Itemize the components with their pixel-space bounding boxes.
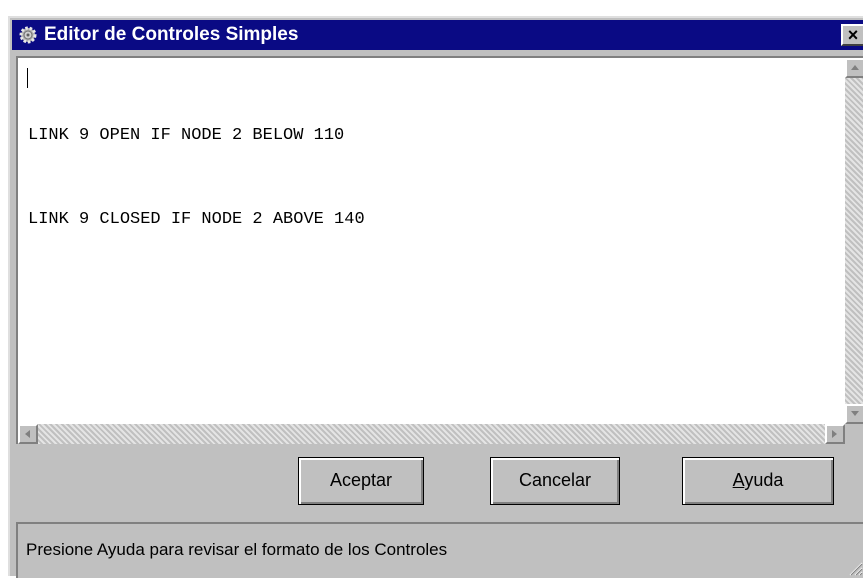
close-icon: × — [847, 25, 859, 45]
title-bar[interactable]: Editor de Controles Simples × — [12, 20, 863, 50]
accept-button[interactable]: Aceptar — [298, 457, 424, 505]
accept-button-label: Aceptar — [329, 470, 393, 490]
vertical-scrollbar[interactable] — [845, 58, 863, 424]
text-caret — [27, 68, 28, 88]
scroll-left-icon — [25, 430, 30, 438]
gear-icon — [19, 26, 37, 44]
horizontal-scrollbar[interactable] — [18, 424, 845, 444]
controls-text-editor[interactable]: LINK 9 OPEN IF NODE 2 BELOW 110 LINK 9 C… — [16, 56, 863, 444]
scroll-up-button[interactable] — [845, 58, 863, 78]
cancel-button-label: Cancelar — [518, 470, 592, 490]
editor-dialog: Editor de Controles Simples × LINK 9 OPE… — [8, 16, 863, 578]
close-button[interactable]: × — [841, 24, 863, 46]
scroll-right-button[interactable] — [825, 424, 845, 444]
scroll-right-icon — [832, 430, 837, 438]
editor-line[interactable]: LINK 9 CLOSED IF NODE 2 ABOVE 140 — [28, 206, 365, 234]
window-title: Editor de Controles Simples — [44, 24, 299, 45]
help-button[interactable]: Ayuda — [682, 457, 834, 505]
status-bar: Presione Ayuda para revisar el formato d… — [16, 522, 863, 578]
help-button-label: yuda — [744, 470, 784, 490]
scroll-left-button[interactable] — [18, 424, 38, 444]
editor-content[interactable]: LINK 9 OPEN IF NODE 2 BELOW 110 LINK 9 C… — [28, 66, 365, 290]
editor-line[interactable]: LINK 9 OPEN IF NODE 2 BELOW 110 — [28, 122, 365, 150]
scroll-up-icon — [851, 65, 859, 70]
resize-grip-icon[interactable] — [847, 560, 863, 576]
cancel-button[interactable]: Cancelar — [490, 457, 620, 505]
scroll-down-button[interactable] — [845, 404, 863, 424]
scroll-corner — [845, 424, 863, 444]
help-button-mnemonic: A — [732, 470, 745, 490]
scroll-down-icon — [851, 411, 859, 416]
status-text: Presione Ayuda para revisar el formato d… — [26, 540, 448, 559]
